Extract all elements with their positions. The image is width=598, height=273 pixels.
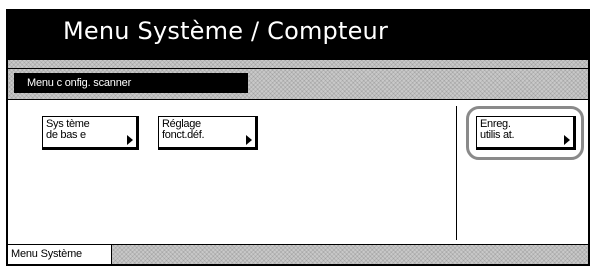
arrow-right-icon [564, 135, 570, 145]
status-label: Menu Système [11, 248, 82, 260]
system-basic-button-label: Sys tème de bas e [46, 118, 90, 141]
register-user-button-label: Enreg. utilis at. [480, 118, 515, 141]
separator-band [8, 60, 588, 69]
title-bar: Menu Système / Compteur [8, 11, 588, 60]
register-user-button[interactable]: Enreg. utilis at. [476, 116, 576, 150]
system-menu-panel: Menu Système / Compteur Menu c onfig. sc… [6, 9, 590, 266]
tab-bar: Menu c onfig. scanner [8, 69, 588, 100]
page-title: Menu Système / Compteur [63, 17, 389, 45]
default-settings-button-label: Réglage fonct.déf. [162, 118, 205, 141]
status-label-box: Menu Système [8, 245, 112, 264]
default-settings-button[interactable]: Réglage fonct.déf. [158, 116, 258, 150]
arrow-right-icon [127, 135, 133, 145]
status-bar: Menu Système [8, 244, 588, 264]
arrow-right-icon [246, 135, 252, 145]
vertical-divider [456, 106, 457, 240]
tab-label: Menu c onfig. scanner [27, 77, 132, 89]
content-area: Sys tème de bas e Réglage fonct.déf. Enr… [8, 100, 588, 244]
tab-scanner-config[interactable]: Menu c onfig. scanner [14, 73, 248, 93]
system-basic-button[interactable]: Sys tème de bas e [42, 116, 139, 150]
